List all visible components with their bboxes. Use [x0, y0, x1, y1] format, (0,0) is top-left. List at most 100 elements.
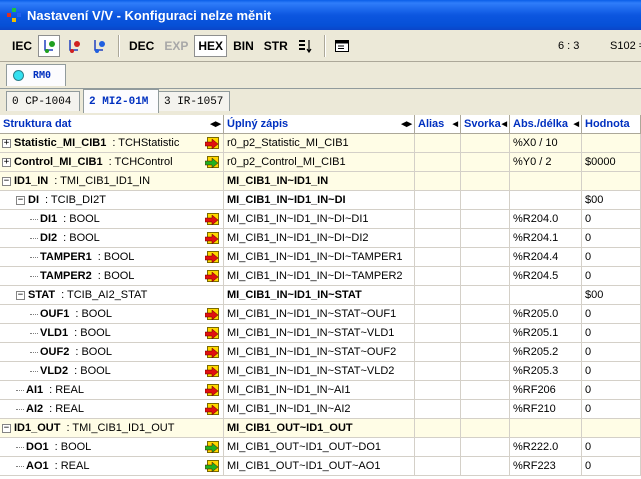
cell-structure[interactable]: − ID1_OUT: TMI_CIB1_ID1_OUT — [0, 419, 224, 438]
cell-structure[interactable]: AI1: REAL — [0, 381, 224, 400]
cell-value[interactable]: 0 — [582, 362, 641, 381]
table-row[interactable]: − DI: TCIB_DI2T MI_CIB1_IN~ID1_IN~DI $00 — [0, 191, 641, 210]
collapse-icon[interactable]: − — [2, 176, 11, 186]
iec-button[interactable]: IEC — [8, 35, 36, 57]
table-row[interactable]: AO1: REAL MI_CIB1_OUT~ID1_OUT~AO1 %RF223 0 — [0, 457, 641, 476]
cell-terminal[interactable] — [461, 400, 510, 419]
cell-abs-length[interactable]: %R222.0 — [510, 438, 582, 457]
cell-structure[interactable]: TAMPER1: BOOL — [0, 248, 224, 267]
cell-terminal[interactable] — [461, 229, 510, 248]
cell-structure[interactable]: − DI: TCIB_DI2T — [0, 191, 224, 210]
cell-abs-length[interactable]: %RF223 — [510, 457, 582, 476]
exp-button[interactable]: EXP — [160, 35, 192, 57]
cell-abs-length[interactable] — [510, 191, 582, 210]
expand-icon[interactable]: + — [2, 138, 11, 148]
cell-terminal[interactable] — [461, 324, 510, 343]
cell-terminal[interactable] — [461, 362, 510, 381]
table-row[interactable]: DO1: BOOL MI_CIB1_OUT~ID1_OUT~DO1 %R222.0 0 — [0, 438, 641, 457]
cell-alias[interactable] — [415, 210, 461, 229]
cell-structure[interactable]: + Control_MI_CIB1: TCHControl — [0, 153, 224, 172]
cell-abs-length[interactable]: %RF206 — [510, 381, 582, 400]
cell-abs-length[interactable]: %R205.0 — [510, 305, 582, 324]
cell-structure[interactable]: OUF2: BOOL — [0, 343, 224, 362]
cell-abs-length[interactable]: %R205.2 — [510, 343, 582, 362]
cell-abs-length[interactable] — [510, 419, 582, 438]
cell-terminal[interactable] — [461, 153, 510, 172]
cell-structure[interactable]: − ID1_IN: TMI_CIB1_ID1_IN — [0, 172, 224, 191]
cell-abs-length[interactable]: %R204.0 — [510, 210, 582, 229]
cell-alias[interactable] — [415, 381, 461, 400]
cell-full-path[interactable]: MI_CIB1_IN~ID1_IN~STAT — [224, 286, 415, 305]
column-header-value[interactable]: Hodnota — [582, 115, 641, 134]
tab-ir-1057[interactable]: 3 IR-1057 — [158, 91, 230, 111]
cell-full-path[interactable]: MI_CIB1_OUT~ID1_OUT~DO1 — [224, 438, 415, 457]
cell-alias[interactable] — [415, 419, 461, 438]
cell-abs-length[interactable] — [510, 286, 582, 305]
cell-structure[interactable]: OUF1: BOOL — [0, 305, 224, 324]
rack-tab-rm0[interactable]: RM0 — [6, 64, 66, 86]
cell-full-path[interactable]: MI_CIB1_IN~ID1_IN~DI~TAMPER1 — [224, 248, 415, 267]
column-header-terminal[interactable]: Svorka ◀ — [461, 115, 510, 134]
table-row[interactable]: − ID1_OUT: TMI_CIB1_ID1_OUT MI_CIB1_OUT~ID… — [0, 419, 641, 438]
cell-full-path[interactable]: MI_CIB1_IN~ID1_IN — [224, 172, 415, 191]
cell-alias[interactable] — [415, 229, 461, 248]
cell-alias[interactable] — [415, 248, 461, 267]
table-row[interactable]: + Control_MI_CIB1: TCHControl r0_p2_Contro… — [0, 153, 641, 172]
cell-alias[interactable] — [415, 362, 461, 381]
table-row[interactable]: AI2: REAL MI_CIB1_IN~ID1_IN~AI2 %RF210 0 — [0, 400, 641, 419]
table-row[interactable]: DI1: BOOL MI_CIB1_IN~ID1_IN~DI~DI1 %R204.0… — [0, 210, 641, 229]
window-button[interactable] — [331, 35, 353, 57]
cell-structure[interactable]: − STAT: TCIB_AI2_STAT — [0, 286, 224, 305]
cell-terminal[interactable] — [461, 438, 510, 457]
column-header-structure[interactable]: Struktura dat ◀▶ — [0, 115, 224, 134]
cell-alias[interactable] — [415, 400, 461, 419]
cell-structure[interactable]: AO1: REAL — [0, 457, 224, 476]
cell-value[interactable]: 0 — [582, 438, 641, 457]
cell-alias[interactable] — [415, 172, 461, 191]
cell-structure[interactable]: + Statistic_MI_CIB1: TCHStatistic — [0, 134, 224, 153]
cell-alias[interactable] — [415, 134, 461, 153]
view-mode-3-button[interactable] — [88, 35, 110, 57]
column-header-alias[interactable]: Alias ◀ — [415, 115, 461, 134]
cell-structure[interactable]: AI2: REAL — [0, 400, 224, 419]
cell-terminal[interactable] — [461, 210, 510, 229]
cell-full-path[interactable]: MI_CIB1_OUT~ID1_OUT~AO1 — [224, 457, 415, 476]
cell-abs-length[interactable]: %R204.1 — [510, 229, 582, 248]
sort-button[interactable] — [294, 35, 316, 57]
cell-terminal[interactable] — [461, 381, 510, 400]
cell-structure[interactable]: DI2: BOOL — [0, 229, 224, 248]
tab-cp-1004[interactable]: 0 CP-1004 — [6, 91, 80, 111]
cell-terminal[interactable] — [461, 286, 510, 305]
cell-value[interactable]: 0 — [582, 324, 641, 343]
cell-alias[interactable] — [415, 153, 461, 172]
cell-abs-length[interactable]: %R205.3 — [510, 362, 582, 381]
cell-value[interactable]: 0 — [582, 381, 641, 400]
cell-abs-length[interactable] — [510, 172, 582, 191]
cell-full-path[interactable]: MI_CIB1_IN~ID1_IN~DI~DI2 — [224, 229, 415, 248]
table-row[interactable]: − STAT: TCIB_AI2_STAT MI_CIB1_IN~ID1_IN~ST… — [0, 286, 641, 305]
cell-value[interactable]: $00 — [582, 286, 641, 305]
dec-button[interactable]: DEC — [125, 35, 158, 57]
cell-terminal[interactable] — [461, 267, 510, 286]
table-row[interactable]: TAMPER1: BOOL MI_CIB1_IN~ID1_IN~DI~TAMPER… — [0, 248, 641, 267]
table-row[interactable]: + Statistic_MI_CIB1: TCHStatistic r0_p2_St… — [0, 134, 641, 153]
cell-abs-length[interactable]: %X0 / 10 — [510, 134, 582, 153]
cell-terminal[interactable] — [461, 172, 510, 191]
table-row[interactable]: AI1: REAL MI_CIB1_IN~ID1_IN~AI1 %RF206 0 — [0, 381, 641, 400]
cell-value[interactable]: 0 — [582, 457, 641, 476]
cell-terminal[interactable] — [461, 457, 510, 476]
view-mode-2-button[interactable] — [63, 35, 85, 57]
cell-value[interactable]: $0000 — [582, 153, 641, 172]
cell-structure[interactable]: DO1: BOOL — [0, 438, 224, 457]
cell-value[interactable] — [582, 419, 641, 438]
cell-alias[interactable] — [415, 343, 461, 362]
cell-value[interactable]: 0 — [582, 400, 641, 419]
cell-structure[interactable]: VLD1: BOOL — [0, 324, 224, 343]
cell-full-path[interactable]: MI_CIB1_IN~ID1_IN~STAT~VLD1 — [224, 324, 415, 343]
cell-full-path[interactable]: r0_p2_Control_MI_CIB1 — [224, 153, 415, 172]
cell-terminal[interactable] — [461, 248, 510, 267]
cell-value[interactable]: 0 — [582, 248, 641, 267]
table-row[interactable]: VLD1: BOOL MI_CIB1_IN~ID1_IN~STAT~VLD1 %R2… — [0, 324, 641, 343]
cell-abs-length[interactable]: %R205.1 — [510, 324, 582, 343]
cell-terminal[interactable] — [461, 419, 510, 438]
